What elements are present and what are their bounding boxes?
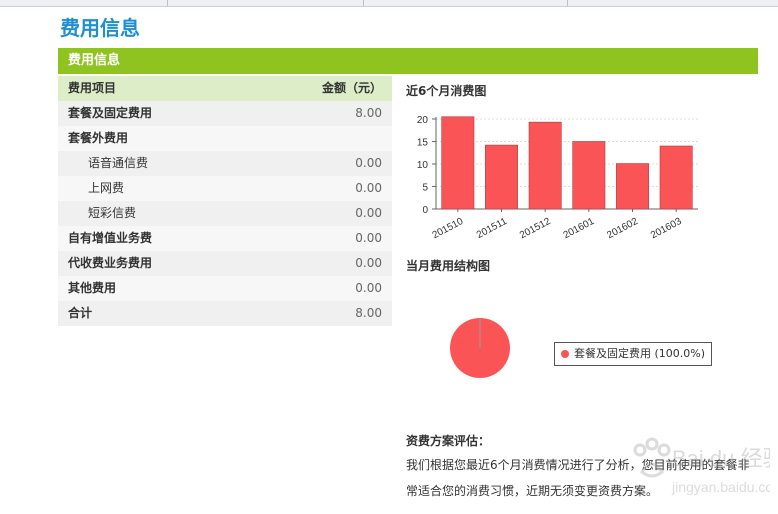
y-tick-label: 0 — [422, 205, 428, 216]
table-row: 套餐及固定费用 8.00 — [58, 101, 392, 126]
row-amount: 0.00 — [355, 231, 382, 245]
legend-label: 套餐及固定费用 (100.0%) — [574, 347, 706, 360]
bar — [528, 121, 562, 210]
tab-3[interactable] — [364, 0, 568, 6]
page-title: 费用信息 — [60, 16, 140, 40]
row-amount: 0.00 — [355, 206, 382, 220]
tab-2[interactable] — [168, 0, 364, 6]
section-header: 费用信息 — [58, 48, 758, 74]
row-amount: 0.00 — [355, 281, 382, 295]
table-row: 自有增值业务费 0.00 — [58, 226, 392, 251]
pie-chart-title: 当月费用结构图 — [406, 259, 491, 273]
table-row: 代收费业务费用 0.00 — [58, 251, 392, 276]
bar-chart-title: 近6个月消费图 — [406, 84, 487, 98]
bar — [616, 163, 649, 210]
row-label: 代收费业务费用 — [68, 256, 153, 270]
y-tick-label: 10 — [417, 160, 429, 171]
row-label: 套餐外费用 — [68, 131, 129, 145]
bar — [485, 144, 518, 210]
table-row: 套餐外费用 — [58, 126, 392, 151]
x-tick-label: 201601 — [562, 216, 597, 242]
x-tick-label: 201510 — [431, 216, 466, 242]
watermark-url: jingyan.baidu.com — [671, 479, 770, 495]
row-amount: 0.00 — [355, 181, 382, 195]
pie-chart — [450, 318, 510, 378]
row-label: 其他费用 — [68, 281, 117, 295]
table-header: 费用项目 金额（元） — [58, 76, 392, 101]
bar — [572, 141, 606, 210]
x-tick-label: 201602 — [605, 216, 640, 242]
y-tick-label: 5 — [422, 183, 428, 194]
row-label: 短彩信费 — [88, 206, 137, 220]
x-tick-label: 201603 — [649, 216, 684, 242]
row-label: 合计 — [68, 306, 93, 320]
column-header-amount: 金额（元） — [321, 81, 382, 95]
x-tick-label: 201512 — [518, 216, 553, 242]
table-row: 上网费 0.00 — [58, 176, 392, 201]
row-amount: 0.00 — [355, 156, 382, 170]
tab-1[interactable] — [0, 0, 168, 6]
row-label: 语音通信费 — [88, 156, 149, 170]
legend-swatch — [561, 350, 569, 358]
x-tick-label: 201511 — [475, 216, 509, 241]
fee-table: 费用项目 金额（元） 套餐及固定费用 8.00 套餐外费用 语音通信费 0.00… — [58, 76, 392, 326]
bar — [659, 145, 693, 210]
watermark-text: Bai du 经验 — [672, 446, 770, 471]
baidu-watermark-logo: Bai du 经验 jingyan.baidu.com — [633, 437, 770, 495]
table-row-total: 合计 8.00 — [58, 301, 392, 326]
table-row: 其他费用 0.00 — [58, 276, 392, 301]
row-amount: 8.00 — [355, 106, 382, 120]
row-label: 上网费 — [88, 181, 125, 195]
row-label: 自有增值业务费 — [68, 231, 153, 245]
evaluation-title: 资费方案评估： — [406, 434, 491, 448]
table-row: 短彩信费 0.00 — [58, 201, 392, 226]
row-label: 套餐及固定费用 — [68, 106, 153, 120]
bar-chart: 0 5 10 15 20 201510 201511 201512 201601 201602 20… — [417, 115, 698, 242]
row-amount: 0.00 — [355, 256, 382, 270]
browser-tab-strip — [0, 0, 778, 7]
y-tick-label: 20 — [417, 115, 429, 126]
row-amount: 8.00 — [355, 306, 382, 320]
column-header-item: 费用项目 — [68, 81, 117, 95]
y-tick-label: 15 — [417, 138, 429, 149]
bar — [441, 116, 475, 210]
pie-legend: 套餐及固定费用 (100.0%) — [554, 342, 713, 366]
table-row: 语音通信费 0.00 — [58, 151, 392, 176]
